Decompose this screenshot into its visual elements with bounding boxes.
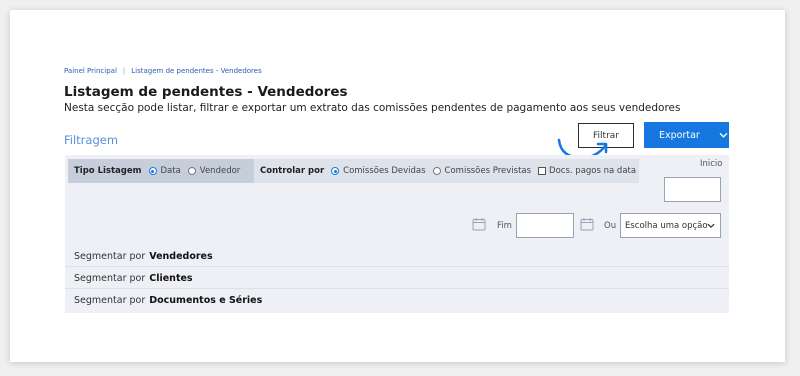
breadcrumb: Painel Principal | Listagem de pendentes… [64, 67, 262, 75]
radio-comissoes-devidas[interactable] [331, 167, 340, 175]
radio-comissoes-previstas-label: Comissões Previstas [444, 166, 532, 176]
controlar-por-group: Controlar por Comissões Devidas Comissõe… [254, 159, 639, 183]
breadcrumb-separator: | [122, 67, 126, 75]
segment-documentos-row[interactable]: Segmentar por Documentos e Séries [65, 289, 729, 311]
radio-option-comissoes-devidas[interactable]: Comissões Devidas [331, 166, 426, 176]
segment-prefix: Segmentar por [74, 250, 146, 262]
period-select[interactable]: Escolha uma opção [620, 213, 721, 238]
tipo-listagem-group: Tipo Listagem Data Vendedor [68, 159, 254, 183]
radio-data[interactable] [148, 167, 157, 175]
section-title-filtragem: Filtragem [64, 133, 119, 147]
inicio-date-input[interactable] [664, 177, 721, 202]
calendar-icon[interactable] [472, 217, 486, 231]
docs-pagos-checkbox[interactable] [538, 167, 547, 175]
breadcrumb-current-link[interactable]: Listagem de pendentes - Vendedores [131, 67, 261, 75]
calendar-icon[interactable] [580, 217, 594, 231]
radio-vendedor-label: Vendedor [199, 166, 241, 176]
controlar-por-label: Controlar por [260, 166, 325, 176]
radio-option-comissoes-previstas[interactable]: Comissões Previstas [432, 166, 532, 176]
filter-toolbar: Tipo Listagem Data Vendedor Controlar po… [68, 159, 639, 183]
docs-pagos-option[interactable]: Docs. pagos na data [538, 166, 636, 176]
tipo-listagem-label: Tipo Listagem [74, 166, 142, 176]
radio-comissoes-devidas-label: Comissões Devidas [343, 166, 426, 176]
segment-prefix: Segmentar por [74, 294, 146, 306]
inicio-label: Inicio [700, 159, 723, 169]
radio-option-data[interactable]: Data [148, 166, 181, 176]
period-select-value: Escolha uma opção [625, 220, 708, 231]
segment-target: Clientes [149, 272, 193, 284]
radio-data-label: Data [160, 166, 181, 176]
page-title: Listagem de pendentes - Vendedores [64, 84, 348, 100]
docs-pagos-label: Docs. pagos na data [549, 166, 637, 176]
segment-prefix: Segmentar por [74, 272, 146, 284]
fim-label: Fim [497, 221, 512, 231]
fim-date-input[interactable] [516, 213, 574, 238]
segment-clientes-row[interactable]: Segmentar por Clientes [65, 267, 729, 289]
segment-vendedores-row[interactable]: Segmentar por Vendedores [65, 245, 729, 267]
export-button[interactable]: Exportar [644, 122, 729, 148]
radio-option-vendedor[interactable]: Vendedor [187, 166, 241, 176]
breadcrumb-home-link[interactable]: Painel Principal [64, 67, 117, 75]
export-button-label: Exportar [659, 129, 700, 141]
page-description: Nesta secção pode listar, filtrar e expo… [64, 102, 681, 114]
radio-comissoes-previstas[interactable] [432, 167, 441, 175]
chevron-down-icon[interactable] [719, 131, 728, 140]
segment-target: Documentos e Séries [149, 294, 263, 306]
ou-label: Ou [604, 221, 617, 231]
radio-vendedor[interactable] [187, 167, 196, 175]
chevron-down-icon [707, 223, 715, 228]
segment-target: Vendedores [149, 250, 213, 262]
